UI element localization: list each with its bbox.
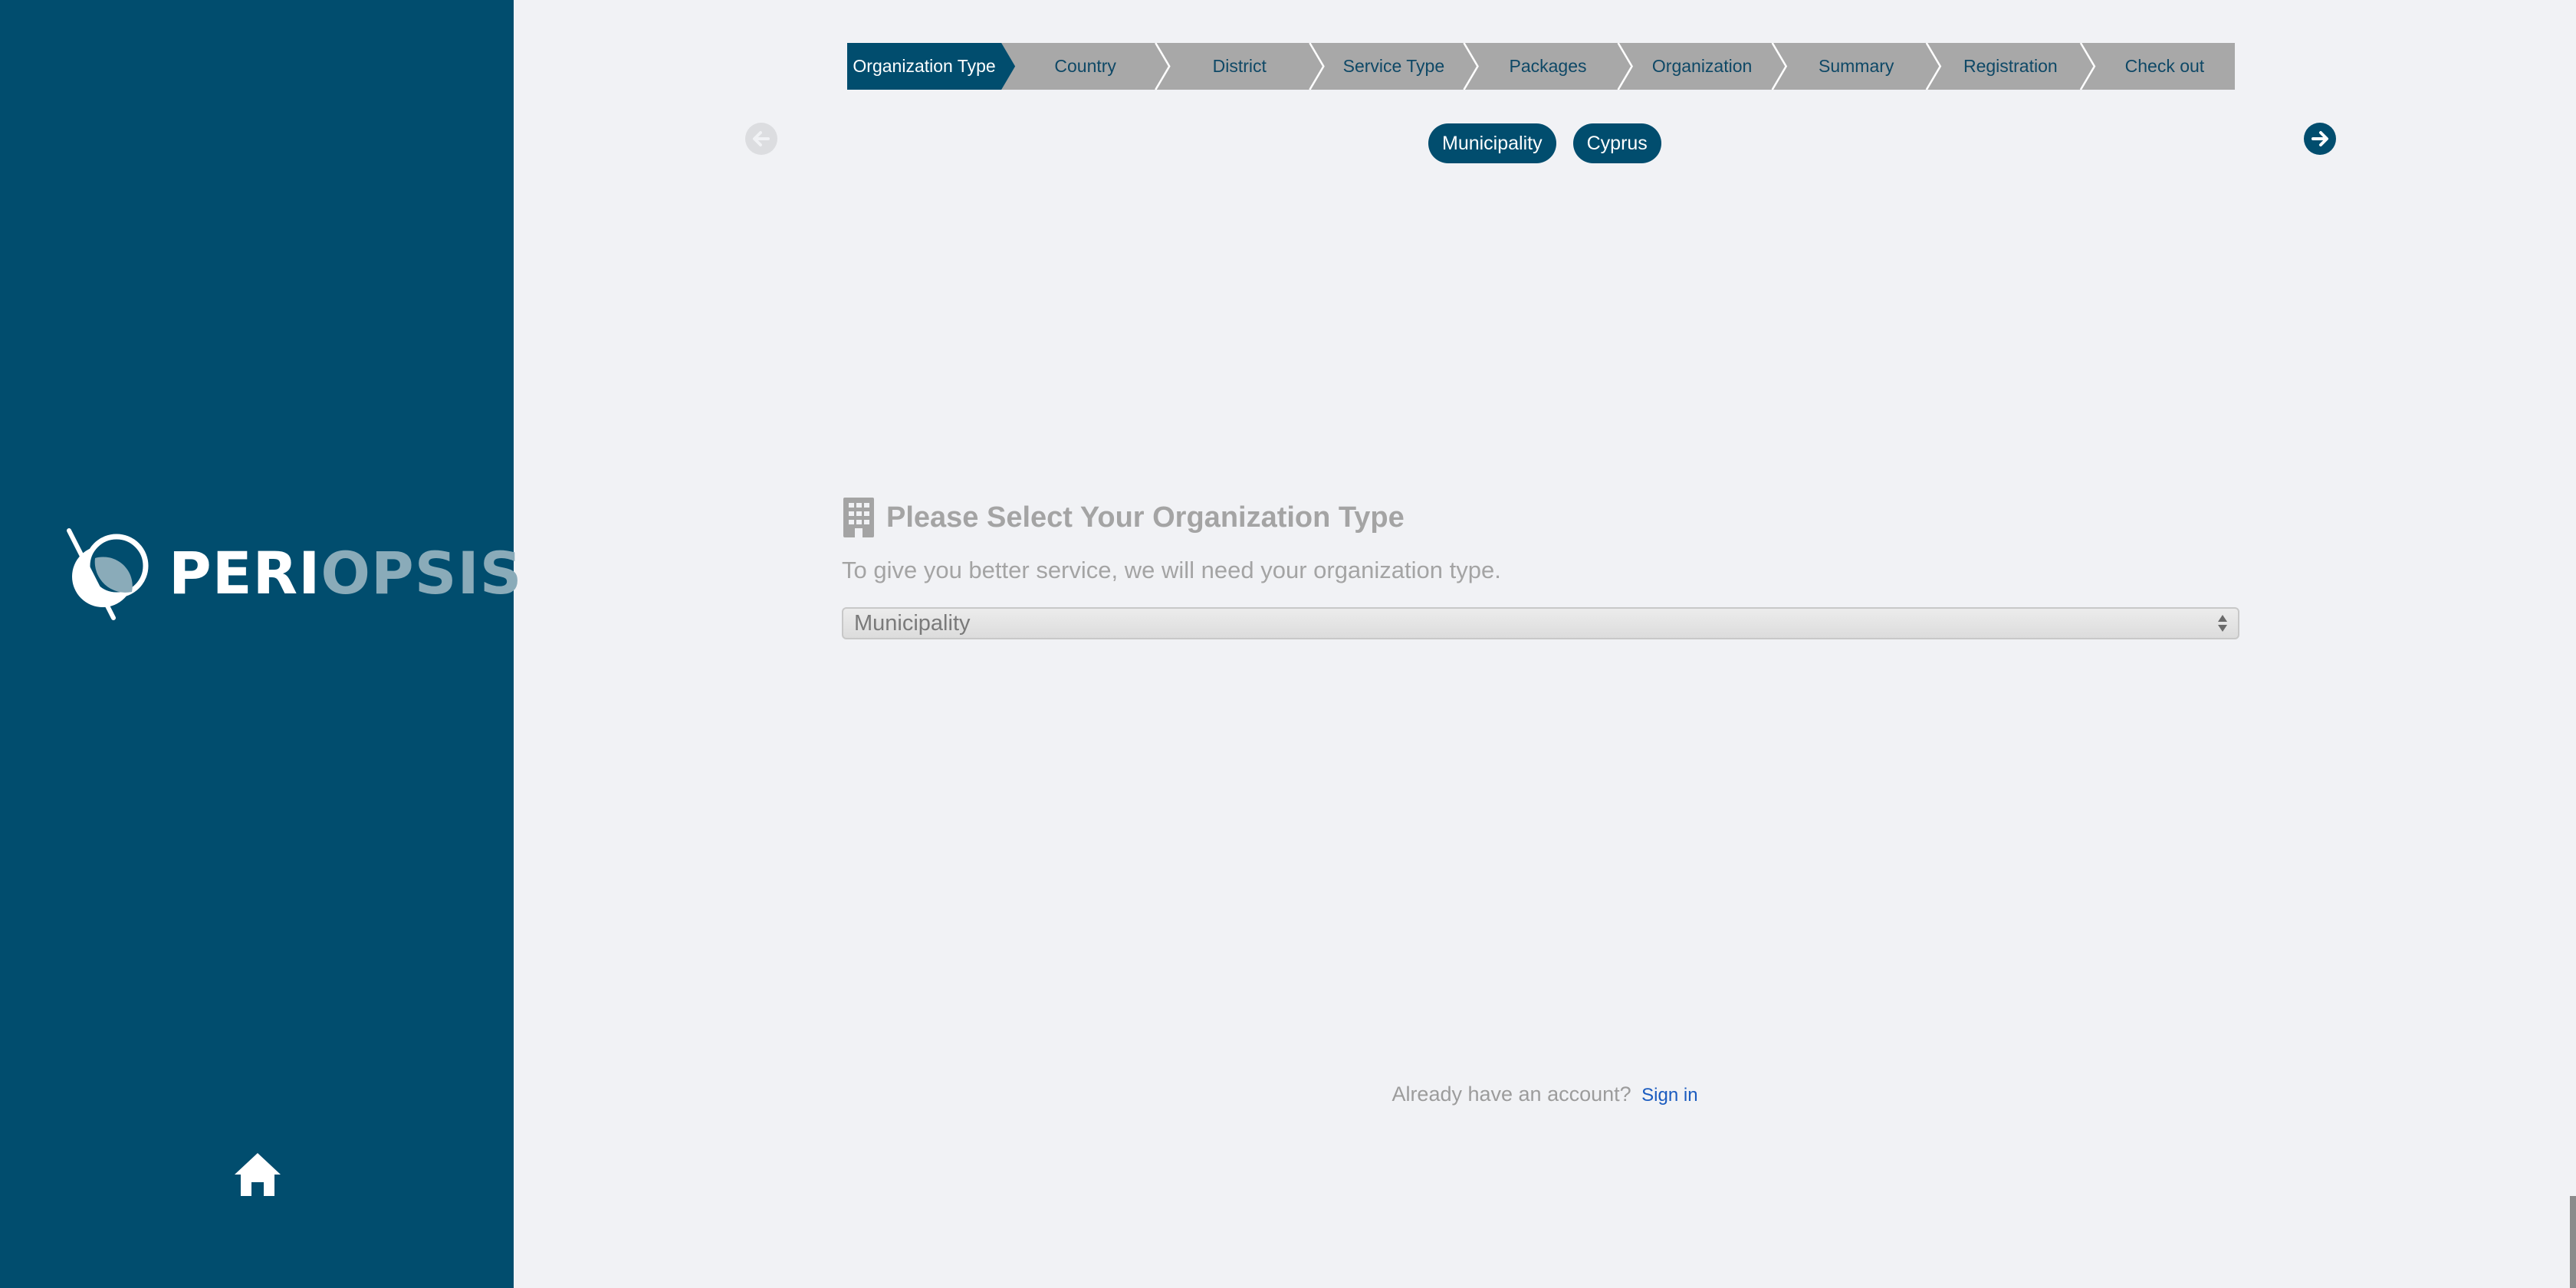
- building-icon: [843, 498, 874, 537]
- signin-question: Already have an account?: [1392, 1083, 1631, 1106]
- brand-name-part1: PERI: [169, 539, 321, 607]
- form-title: Please Select Your Organization Type: [886, 501, 1405, 534]
- form-heading: Please Select Your Organization Type: [842, 495, 2239, 540]
- signin-prompt: Already have an account? Sign in: [514, 1083, 2576, 1106]
- next-step-button[interactable]: [2304, 123, 2336, 155]
- step-country[interactable]: Country: [1015, 43, 1155, 90]
- step-district[interactable]: District: [1169, 43, 1309, 90]
- window-scrollbar[interactable]: [2570, 1196, 2576, 1288]
- step-organization[interactable]: Organization: [1632, 43, 1773, 90]
- form-description: To give you better service, we will need…: [842, 557, 1501, 583]
- step-organization-type[interactable]: Organization Type: [847, 43, 1001, 90]
- sidebar: PERIOPSIS: [0, 0, 521, 1288]
- home-icon: [235, 1153, 281, 1196]
- arrow-right-icon: [2304, 123, 2336, 155]
- selection-chips: Municipality Cyprus: [1428, 123, 1661, 163]
- previous-step-button[interactable]: [745, 123, 777, 155]
- brand-logo: PERIOPSIS: [58, 526, 521, 621]
- chip-organization-type: Municipality: [1428, 123, 1556, 163]
- step-packages[interactable]: Packages: [1477, 43, 1618, 90]
- chip-country: Cyprus: [1572, 123, 1661, 163]
- signin-link[interactable]: Sign in: [1641, 1085, 1697, 1106]
- step-check-out[interactable]: Check out: [2095, 43, 2235, 90]
- select-current-value: Municipality: [854, 611, 971, 636]
- step-progress: Organization Type Country District Service …: [847, 43, 2235, 90]
- brand-wordmark: PERIOPSIS: [169, 544, 522, 603]
- step-service-type[interactable]: Service Type: [1323, 43, 1464, 90]
- organization-type-form: Please Select Your Organization Type To …: [842, 495, 2239, 639]
- periopsis-logo-icon: [67, 528, 149, 620]
- select-arrows-icon: [2218, 615, 2227, 632]
- organization-type-select[interactable]: Municipality: [842, 607, 2239, 639]
- step-registration[interactable]: Registration: [1940, 43, 2081, 90]
- arrow-left-icon: [745, 123, 777, 155]
- step-summary[interactable]: Summary: [1786, 43, 1927, 90]
- main-content: Organization Type Country District Service …: [514, 0, 2576, 1288]
- home-button[interactable]: [233, 1150, 282, 1199]
- brand-name-part2: OPSIS: [320, 539, 523, 607]
